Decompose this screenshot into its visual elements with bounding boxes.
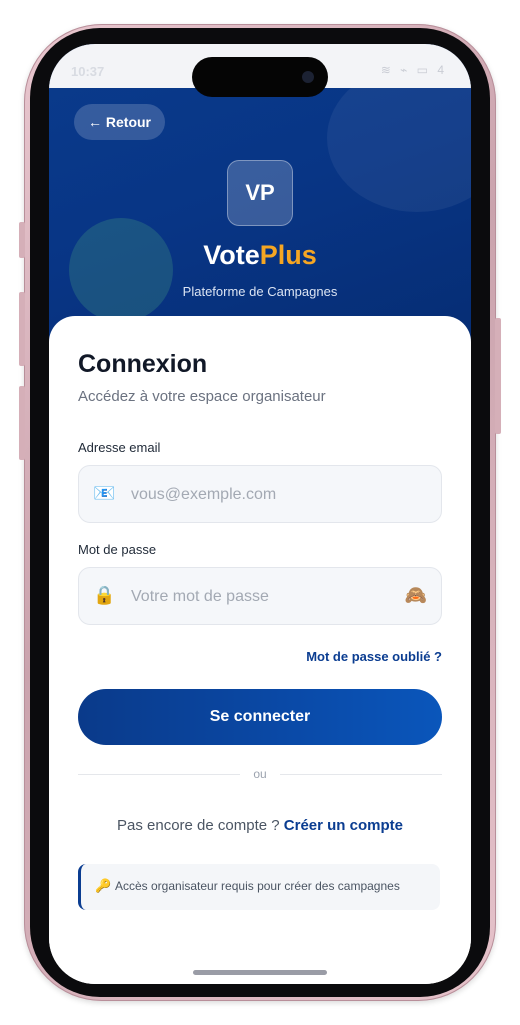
password-field-container: 🔒 🙈 xyxy=(78,567,442,626)
home-indicator[interactable] xyxy=(193,970,327,975)
divider-text: ou xyxy=(253,767,267,781)
lock-icon: 🔒 xyxy=(93,585,116,605)
side-button-volume-up xyxy=(19,292,25,366)
status-icons: ≋ ⌁ ▭ 4 xyxy=(380,63,447,77)
monkey-eyes-icon[interactable]: 🙈 xyxy=(405,584,427,606)
divider xyxy=(280,774,442,775)
key-icon: 🔑 xyxy=(95,878,112,893)
side-button-power xyxy=(495,318,501,434)
password-field[interactable] xyxy=(129,568,413,626)
brand-name-part2: Plus xyxy=(259,240,317,270)
email-field[interactable] xyxy=(129,466,413,524)
dynamic-island xyxy=(192,57,328,97)
page-subtitle: Accédez à votre espace organisateur xyxy=(78,388,326,405)
create-account-link[interactable]: Créer un compte xyxy=(284,817,403,834)
info-notice: 🔑 Accès organisateur requis pour créer d… xyxy=(78,864,440,910)
brand-tagline: Plateforme de Campagnes xyxy=(182,284,338,299)
notice-text: Accès organisateur requis pour créer des… xyxy=(115,879,400,893)
email-label: Adresse email xyxy=(78,440,161,455)
signup-prompt: Pas encore de compte ? xyxy=(117,817,280,834)
camera-icon xyxy=(302,71,314,83)
app-logo: VP xyxy=(227,160,293,226)
email-field-container: 📧 xyxy=(78,465,442,524)
forgot-password-link[interactable]: Mot de passe oublié ? xyxy=(306,649,442,664)
login-card: Connexion Accédez à votre espace organis… xyxy=(49,316,471,984)
signup-row: Pas encore de compte ? Créer un compte xyxy=(49,817,471,834)
brand-name: VotePlus xyxy=(49,240,471,271)
password-label: Mot de passe xyxy=(78,542,157,557)
email-icon: 📧 xyxy=(93,483,116,503)
side-button-silent xyxy=(19,222,25,258)
brand-name-part1: Vote xyxy=(203,240,260,270)
screen: 10:37 ≋ ⌁ ▭ 4 ← Retour VP VotePlus Plate… xyxy=(49,44,471,984)
back-button[interactable]: ← Retour xyxy=(74,104,165,140)
login-button[interactable]: Se connecter xyxy=(78,689,442,745)
side-button-volume-down xyxy=(19,386,25,460)
divider xyxy=(78,774,240,775)
status-time: 10:37 xyxy=(71,64,105,79)
page-title: Connexion xyxy=(78,350,208,378)
